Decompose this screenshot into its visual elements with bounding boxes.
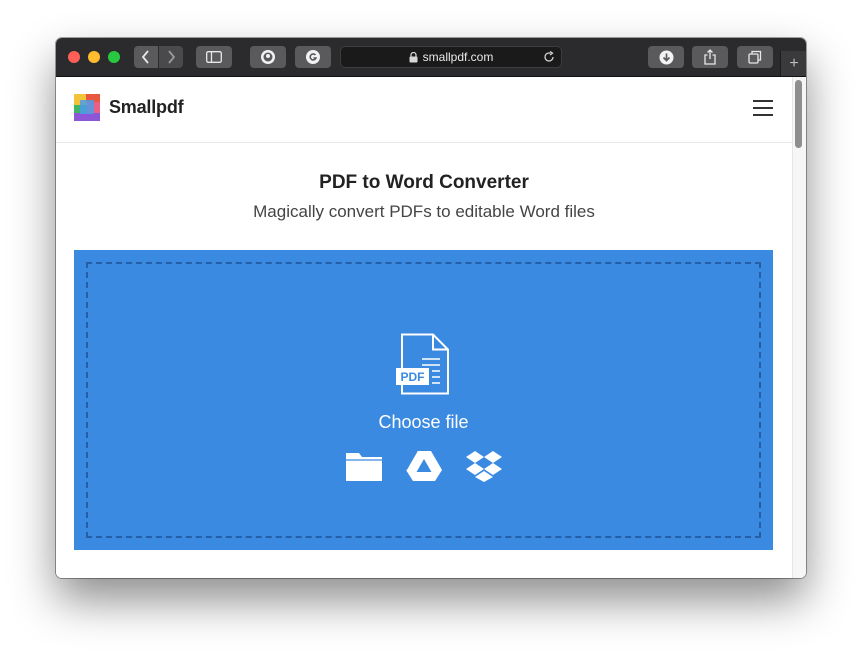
url-text: smallpdf.com [422, 50, 494, 64]
zoom-window-button[interactable] [108, 51, 120, 63]
sidebar-icon [206, 51, 222, 63]
extension-button-1[interactable] [250, 46, 286, 68]
smallpdf-logo[interactable] [74, 94, 100, 121]
duck-extension-icon [261, 50, 275, 64]
choose-file-button[interactable]: Choose file [74, 412, 773, 433]
show-tabs-button[interactable] [737, 46, 773, 68]
back-button[interactable] [134, 46, 158, 68]
web-page: Smallpdf PDF to Word Converter Magically… [56, 77, 806, 578]
file-dropzone[interactable]: PDF Choose file [74, 250, 773, 550]
pdf-file-icon: PDF [396, 333, 449, 395]
tabs-overview-icon [748, 50, 762, 64]
page-title: PDF to Word Converter [319, 172, 529, 193]
sidebar-toggle-button[interactable] [196, 46, 232, 68]
site-header: Smallpdf [56, 77, 792, 143]
extension-button-2[interactable] [295, 46, 331, 68]
hamburger-menu-button[interactable] [753, 100, 773, 116]
brand-name[interactable]: Smallpdf [109, 97, 184, 118]
page-subtitle: Magically convert PDFs to editable Word … [253, 202, 595, 221]
dropbox-icon[interactable] [465, 450, 503, 482]
new-tab-button[interactable]: + [780, 51, 806, 76]
forward-button[interactable] [159, 46, 183, 68]
lock-icon [409, 51, 418, 62]
share-icon [704, 49, 716, 65]
close-window-button[interactable] [68, 51, 80, 63]
downloads-button[interactable] [648, 46, 684, 68]
share-button[interactable] [692, 46, 728, 68]
address-bar[interactable]: smallpdf.com [340, 46, 562, 68]
folder-icon[interactable] [345, 450, 383, 482]
grammarly-icon [306, 50, 320, 64]
pdf-badge-label: PDF [401, 370, 425, 384]
scrollbar-thumb[interactable] [795, 80, 802, 148]
chevron-left-icon [141, 50, 149, 64]
scrollbar-track[interactable] [792, 77, 806, 578]
download-icon [659, 50, 673, 64]
browser-window: smallpdf.com + Smallpdf PDF to Word Conv… [56, 38, 806, 578]
chevron-right-icon [168, 50, 176, 64]
reload-icon[interactable] [543, 51, 555, 63]
minimize-window-button[interactable] [88, 51, 100, 63]
google-drive-icon[interactable] [405, 450, 443, 482]
browser-toolbar: smallpdf.com + [56, 38, 806, 77]
dropzone-dashed-border [86, 262, 761, 538]
